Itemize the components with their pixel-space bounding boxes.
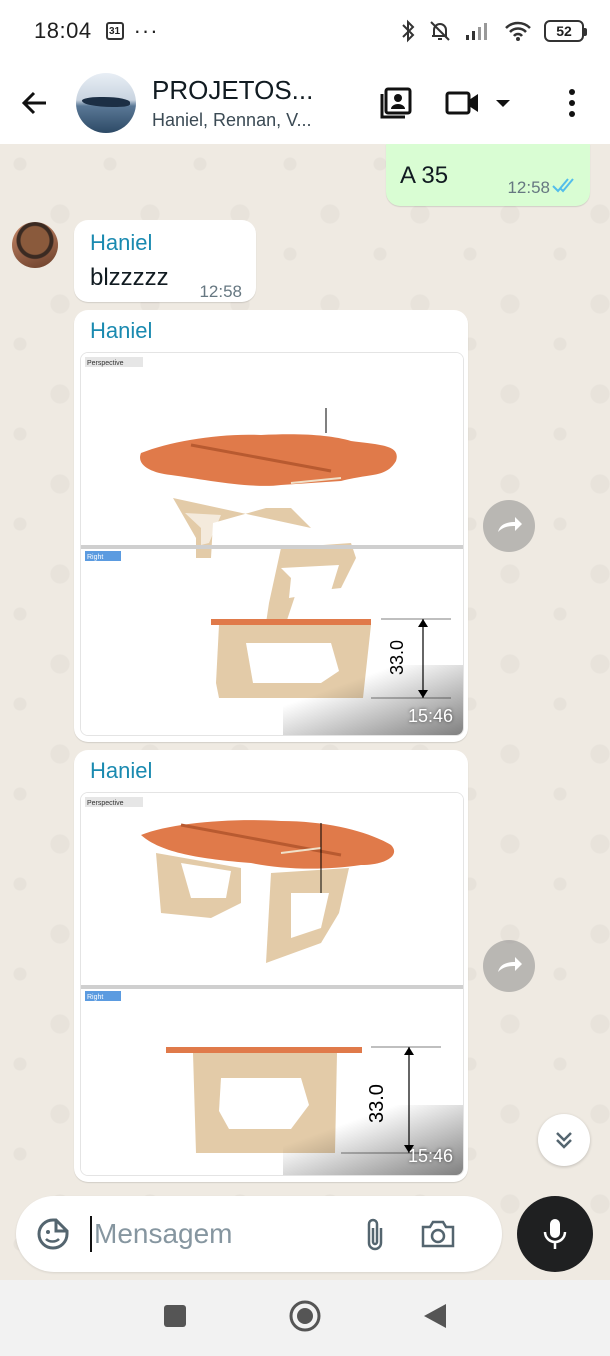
sender-name[interactable]: Haniel — [90, 230, 152, 256]
header-actions — [366, 73, 610, 133]
incoming-message[interactable]: Haniel blzzzzz 12:58 — [74, 220, 256, 302]
group-avatar[interactable] — [76, 73, 136, 133]
more-notifications-icon: ··· — [133, 18, 159, 43]
wifi-icon — [505, 21, 531, 41]
mic-icon — [543, 1219, 567, 1249]
back-button[interactable] — [0, 62, 70, 144]
message-input[interactable] — [90, 1216, 340, 1252]
message-time: 12:58 — [199, 282, 242, 301]
attach-button[interactable] — [346, 1196, 404, 1272]
forward-button[interactable] — [483, 500, 535, 552]
message-text: blzzzzz — [90, 264, 169, 291]
calendar-icon: 31 — [105, 22, 124, 40]
viewport-label-right: Right — [87, 554, 103, 561]
forward-button[interactable] — [483, 940, 535, 992]
image-attachment[interactable]: Perspective Right 33.0 15:46 — [80, 792, 464, 1176]
message-text: A 35 — [400, 162, 449, 189]
bluetooth-icon — [402, 19, 415, 43]
viewport-label-perspective: Perspective — [87, 800, 124, 807]
video-camera-icon — [445, 91, 478, 115]
back-arrow-icon — [21, 91, 46, 115]
sender-avatar[interactable] — [12, 222, 58, 268]
caret-down-icon — [496, 100, 510, 107]
kebab-menu-icon — [569, 89, 575, 117]
status-time: 18:04 — [34, 18, 92, 43]
battery-icon: 52 — [544, 20, 587, 42]
message-time: 12:58 — [507, 178, 550, 197]
forward-icon — [498, 517, 522, 532]
incoming-image-message[interactable]: Haniel Perspective Right 33.0 15:46 — [74, 310, 468, 742]
video-call-button[interactable] — [436, 73, 522, 133]
group-title: PROJETOS... — [152, 75, 314, 105]
forward-icon — [498, 957, 522, 972]
sticker-icon — [37, 1218, 69, 1250]
double-chevron-down-icon — [556, 1132, 572, 1149]
mute-bell-icon — [430, 21, 450, 41]
more-options-button[interactable] — [552, 73, 592, 133]
camera-icon — [421, 1220, 455, 1248]
signal-icon — [466, 23, 487, 40]
message-composer — [16, 1196, 502, 1272]
sticker-button[interactable] — [16, 1196, 90, 1272]
image-time: 15:46 — [407, 1146, 453, 1166]
sender-name[interactable]: Haniel — [90, 758, 152, 784]
viewport-label-perspective: Perspective — [87, 360, 124, 367]
contact-card-button[interactable] — [366, 73, 426, 133]
status-bar: 18:04 31 ··· 52 — [0, 0, 610, 62]
group-members: Haniel, Rennan, V... — [152, 110, 312, 130]
read-ticks-icon — [552, 178, 574, 193]
chat-area[interactable]: A 35 12:58 Haniel blzzzzz 12:58 Haniel P… — [0, 144, 610, 1280]
back-nav-button[interactable] — [422, 1302, 448, 1335]
voice-message-button[interactable] — [517, 1196, 593, 1272]
chat-header: PROJETOS... Haniel, Rennan, V... — [0, 62, 610, 144]
camera-button[interactable] — [404, 1196, 472, 1272]
incoming-image-message[interactable]: Haniel Perspective Right 33.0 15:46 — [74, 750, 468, 1182]
status-icons: 52 — [400, 19, 587, 43]
circle-icon — [289, 1300, 321, 1331]
system-navigation-bar — [0, 1280, 610, 1356]
scroll-to-bottom-button[interactable] — [538, 1114, 590, 1166]
home-button[interactable] — [288, 1299, 322, 1338]
outgoing-message[interactable]: A 35 12:58 — [386, 144, 590, 206]
triangle-back-icon — [424, 1303, 446, 1328]
viewport-label-right: Right — [87, 994, 103, 1001]
sender-name[interactable]: Haniel — [90, 318, 152, 344]
square-icon — [164, 1304, 186, 1327]
attach-icon — [367, 1218, 383, 1251]
group-info[interactable]: PROJETOS... Haniel, Rennan, V... — [152, 75, 342, 131]
image-time: 15:46 — [407, 706, 453, 726]
recents-button[interactable] — [162, 1303, 188, 1334]
contact-card-icon — [380, 87, 412, 119]
image-attachment[interactable]: Perspective Right 33.0 15:46 — [80, 352, 464, 736]
